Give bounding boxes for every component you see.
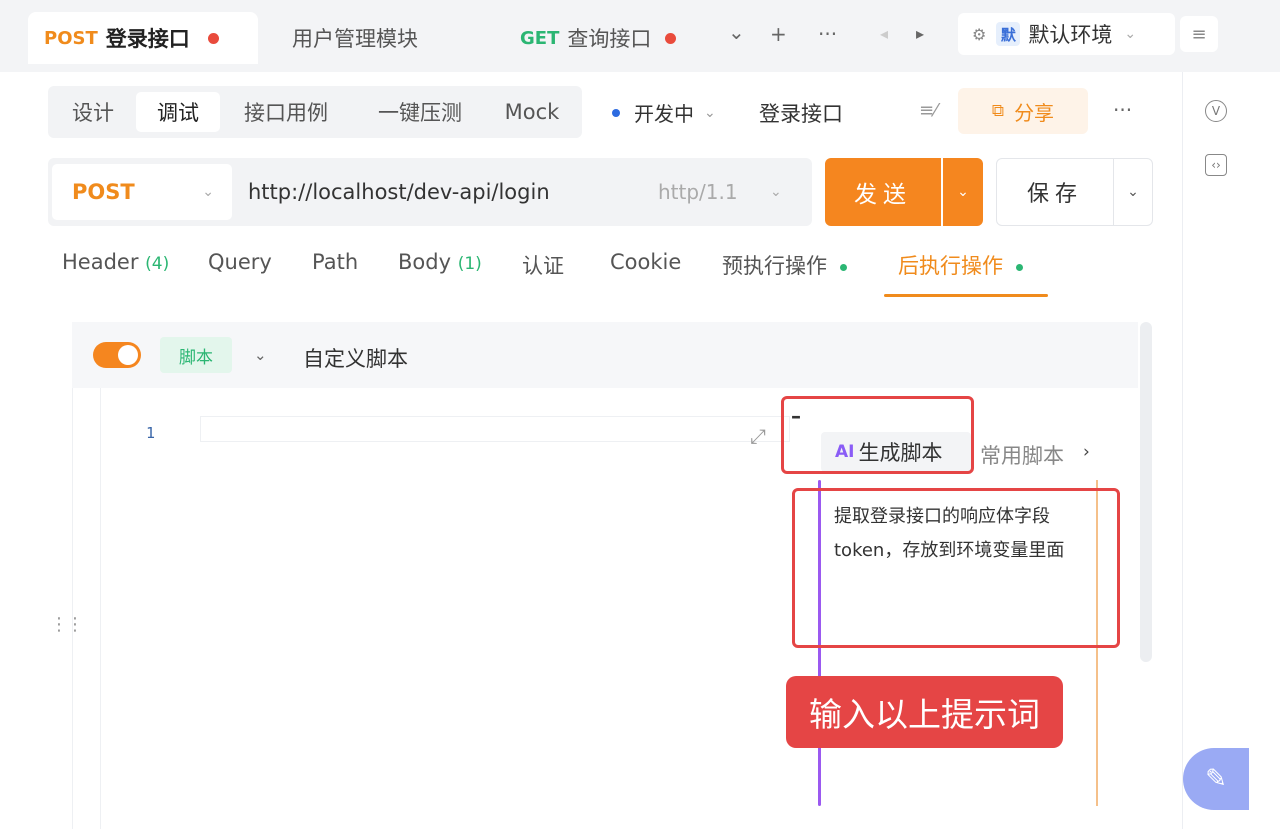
environment-settings-icon[interactable]: ⚙ xyxy=(972,25,986,44)
mode-test-cases[interactable]: 接口用例 xyxy=(230,92,342,132)
mode-switcher: 设计 调试 接口用例 一键压测 Mock xyxy=(48,86,582,138)
tab-path[interactable]: Path xyxy=(312,250,358,274)
version-icon[interactable]: V xyxy=(1205,100,1227,122)
tab-query[interactable]: Query xyxy=(208,250,272,274)
mode-debug[interactable]: 调试 xyxy=(136,92,220,132)
tab-count: (4) xyxy=(145,254,170,274)
tab-post-request[interactable]: 后执行操作 xyxy=(898,250,1023,280)
enabled-dot xyxy=(1015,263,1023,271)
tab-label: Body xyxy=(398,250,452,274)
environment-select[interactable]: ⚙ 默 默认环境 ⌄ xyxy=(958,13,1175,55)
chevron-down-icon: ⌄ xyxy=(704,104,716,121)
environment-label: 默认环境 xyxy=(1028,23,1113,47)
expand-icon[interactable]: ⤢ xyxy=(750,424,766,448)
share-label: 分享 xyxy=(1014,100,1055,125)
method-select[interactable]: POST ⌄ xyxy=(52,164,232,220)
more-icon[interactable]: ··· xyxy=(1113,98,1132,122)
tab-header[interactable]: Header (4) xyxy=(62,250,169,274)
status-select[interactable]: 开发中 ⌄ xyxy=(612,98,716,127)
tab-method: POST xyxy=(44,27,98,49)
save-button[interactable]: 保存 xyxy=(996,158,1114,226)
assistant-bubble-icon[interactable]: ✎ xyxy=(1183,748,1249,810)
new-tab-icon[interactable]: + xyxy=(770,22,787,46)
tab-label: 认证 xyxy=(522,254,564,278)
tab-login-api[interactable]: POST 登录接口 xyxy=(28,12,258,64)
right-rail: V ‹› ✎ xyxy=(1182,72,1280,829)
chevron-down-icon: ⌄ xyxy=(202,184,214,200)
unsaved-dot xyxy=(665,32,677,44)
script-enabled-toggle[interactable] xyxy=(93,342,141,368)
tab-query-api[interactable]: GET 查询接口 xyxy=(520,12,677,64)
tab-count: (1) xyxy=(457,254,482,274)
chevron-right-icon[interactable]: › xyxy=(1083,442,1090,462)
chevron-down-icon: ⌄ xyxy=(1124,26,1137,42)
edit-icon[interactable]: ≡⁄ xyxy=(919,100,937,121)
drag-handle-icon[interactable]: ⋮⋮ xyxy=(50,614,84,635)
share-button[interactable]: ⧉ 分享 xyxy=(958,88,1088,134)
tab-user-management[interactable]: 用户管理模块 xyxy=(292,12,418,64)
tab-label: 查询接口 xyxy=(567,27,652,51)
unsaved-dot xyxy=(207,32,219,44)
more-tabs-icon[interactable]: ··· xyxy=(818,22,837,46)
tab-label: 预执行操作 xyxy=(722,254,827,278)
code-editor[interactable] xyxy=(100,388,790,829)
share-icon: ⧉ xyxy=(991,101,1005,121)
tab-label: Path xyxy=(312,250,359,274)
tab-label: 后执行操作 xyxy=(898,254,1003,278)
tab-pre-request[interactable]: 预执行操作 xyxy=(722,250,847,280)
mode-design[interactable]: 设计 xyxy=(58,92,128,132)
save-dropdown-icon[interactable]: ⌄ xyxy=(1113,158,1153,226)
scroll-right-icon[interactable]: ▸ xyxy=(916,24,924,43)
current-line[interactable] xyxy=(200,416,790,442)
annotation-box-ai-tab xyxy=(781,396,974,474)
tab-label: Query xyxy=(208,250,272,274)
status-dot xyxy=(612,108,620,117)
tab-label: 登录接口 xyxy=(105,27,190,51)
tabs-dropdown-icon[interactable]: ⌄ xyxy=(728,20,745,44)
tab-label: Header xyxy=(62,250,139,274)
collapse-chevron-icon[interactable]: ⌄ xyxy=(254,346,267,364)
tab-label: Cookie xyxy=(610,250,682,274)
api-name[interactable]: 登录接口 xyxy=(759,98,843,128)
send-dropdown-icon[interactable]: ⌄ xyxy=(943,158,983,226)
script-name[interactable]: 自定义脚本 xyxy=(303,343,408,373)
menu-icon[interactable]: ≡ xyxy=(1180,16,1218,52)
send-button[interactable]: 发送 xyxy=(825,158,941,226)
tab-cookie[interactable]: Cookie xyxy=(610,250,681,274)
tab-method: GET xyxy=(520,27,560,49)
environment-badge: 默 xyxy=(996,22,1021,46)
annotation-callout: 输入以上提示词 xyxy=(786,676,1063,748)
active-tab-indicator xyxy=(884,294,1048,297)
mode-load-test[interactable]: 一键压测 xyxy=(358,92,482,132)
tab-common-scripts[interactable]: 常用脚本 xyxy=(980,440,1064,470)
scroll-left-icon[interactable]: ◂ xyxy=(880,24,888,43)
url-input[interactable]: http://localhost/dev-api/login xyxy=(248,180,550,204)
protocol-select[interactable]: http/1.1 xyxy=(658,180,738,204)
url-bar: POST ⌄ http://localhost/dev-api/login ht… xyxy=(48,158,812,226)
mode-mock[interactable]: Mock xyxy=(494,92,570,132)
script-type-badge: 脚本 xyxy=(160,337,232,373)
line-number: 1 xyxy=(146,424,156,442)
panel-scrollbar[interactable] xyxy=(1140,322,1152,662)
enabled-dot xyxy=(839,263,847,271)
chevron-down-icon: ⌄ xyxy=(770,184,782,200)
annotation-box-prompt xyxy=(792,488,1120,648)
status-label: 开发中 xyxy=(634,102,694,126)
tab-auth[interactable]: 认证 xyxy=(522,250,564,280)
code-icon[interactable]: ‹› xyxy=(1205,154,1227,176)
tab-label: 用户管理模块 xyxy=(292,27,418,51)
tab-body[interactable]: Body (1) xyxy=(398,250,482,274)
method-label: POST xyxy=(72,180,135,204)
